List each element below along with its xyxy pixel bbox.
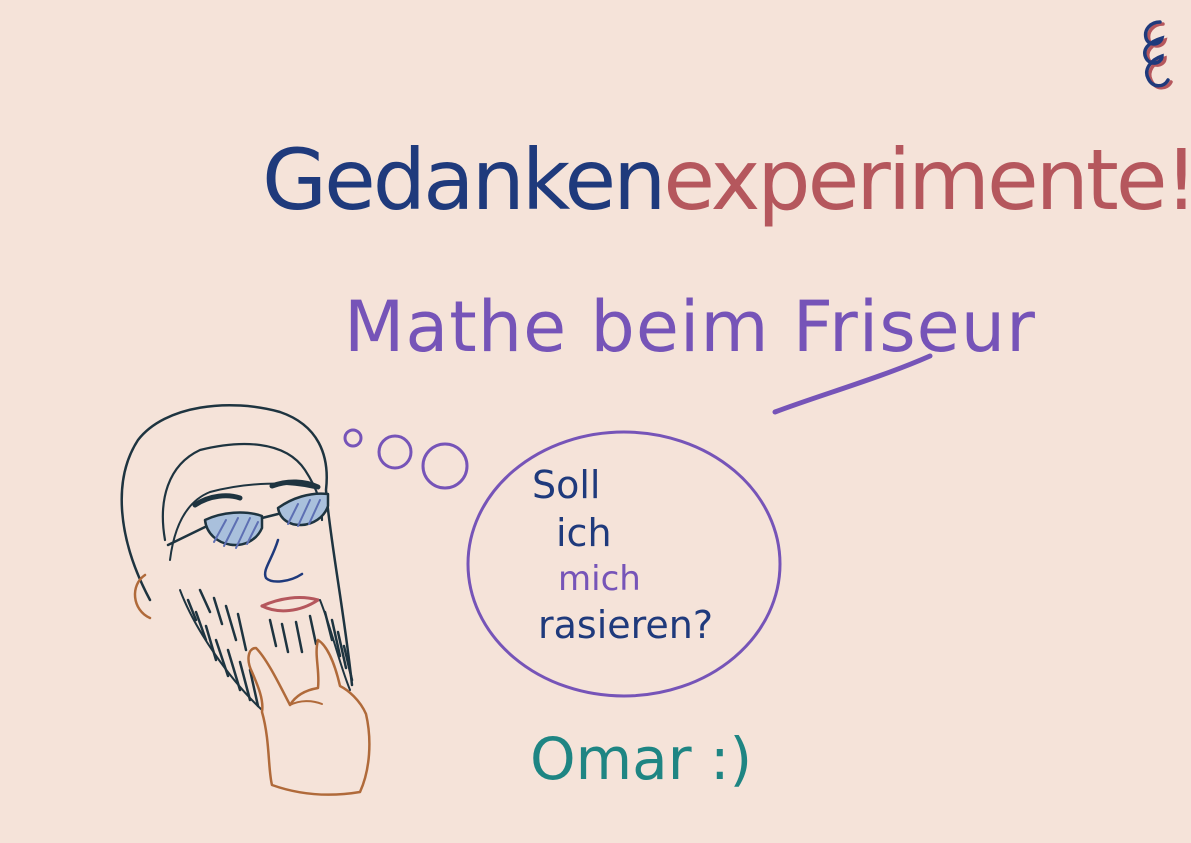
page-title: Gedankenexperimente! bbox=[262, 138, 1191, 222]
page-subtitle: Mathe beim Friseur bbox=[344, 286, 1036, 368]
corner-logo-icon bbox=[1143, 20, 1173, 90]
bubble-line-4: rasieren? bbox=[538, 603, 714, 647]
bubble-line-3: mich bbox=[558, 559, 641, 599]
bubble-line-2: ich bbox=[556, 511, 612, 555]
thought-dots bbox=[343, 428, 469, 490]
thought-bubble-text: Soll ich mich rasieren? bbox=[532, 466, 742, 654]
illustration-drawing bbox=[120, 20, 1173, 796]
title-part-gedanken: Gedanken bbox=[262, 131, 666, 229]
title-part-experimente: experimente! bbox=[663, 131, 1191, 229]
illustration-page: Gedankenexperimente! Mathe beim Friseur … bbox=[0, 0, 1191, 843]
author-signature: Omar :) bbox=[530, 725, 753, 793]
bubble-line-1: Soll bbox=[532, 463, 601, 507]
bearded-man-illustration bbox=[120, 403, 371, 796]
